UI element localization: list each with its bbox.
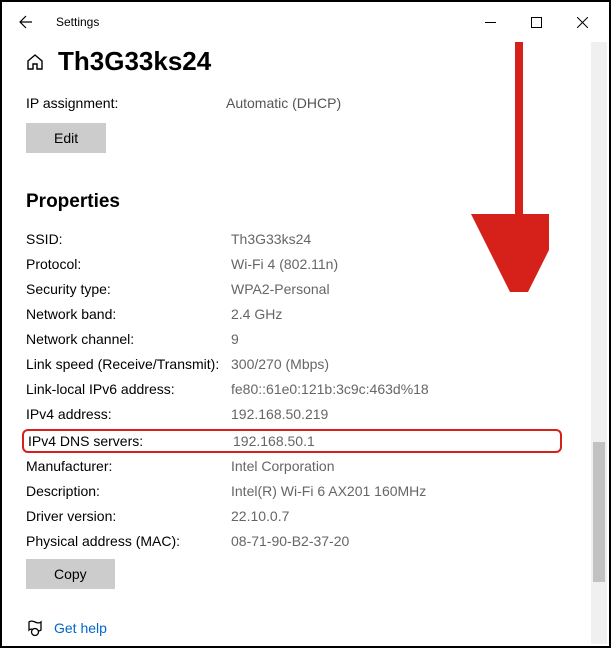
property-label: Network band:: [26, 306, 231, 322]
property-row: Protocol:Wi-Fi 4 (802.11n): [26, 256, 558, 272]
copy-button[interactable]: Copy: [26, 559, 115, 589]
property-row: IPv4 address:192.168.50.219: [26, 406, 558, 422]
close-button[interactable]: [559, 6, 605, 38]
help-icon: [26, 619, 44, 637]
property-label: IPv4 DNS servers:: [28, 433, 233, 449]
property-row: Link-local IPv6 address:fe80::61e0:121b:…: [26, 381, 558, 397]
property-row: Network band:2.4 GHz: [26, 306, 558, 322]
property-row: Description:Intel(R) Wi-Fi 6 AX201 160MH…: [26, 483, 558, 499]
window-title: Settings: [56, 15, 99, 29]
property-value: fe80::61e0:121b:3c9c:463d%18: [231, 381, 429, 397]
property-label: Link-local IPv6 address:: [26, 381, 231, 397]
property-label: Network channel:: [26, 331, 231, 347]
property-label: Protocol:: [26, 256, 231, 272]
property-label: Link speed (Receive/Transmit):: [26, 356, 231, 372]
property-row: Physical address (MAC):08-71-90-B2-37-20: [26, 533, 558, 549]
property-row: Link speed (Receive/Transmit):300/270 (M…: [26, 356, 558, 372]
titlebar: Settings: [2, 2, 609, 42]
property-value: 300/270 (Mbps): [231, 356, 329, 372]
property-row: Network channel:9: [26, 331, 558, 347]
property-row: IPv4 DNS servers:192.168.50.1: [22, 429, 562, 453]
property-value: 192.168.50.1: [233, 433, 315, 449]
property-value: 2.4 GHz: [231, 306, 282, 322]
ip-assignment-value: Automatic (DHCP): [226, 95, 341, 111]
scrollbar[interactable]: [591, 42, 607, 644]
property-value: Intel Corporation: [231, 458, 335, 474]
page-header: Th3G33ks24: [26, 46, 558, 77]
get-help-label: Get help: [54, 620, 107, 636]
maximize-button[interactable]: [513, 6, 559, 38]
property-row: Manufacturer:Intel Corporation: [26, 458, 558, 474]
property-value: 192.168.50.219: [231, 406, 328, 422]
property-value: 22.10.0.7: [231, 508, 289, 524]
back-button[interactable]: [6, 2, 46, 42]
property-value: Intel(R) Wi-Fi 6 AX201 160MHz: [231, 483, 426, 499]
back-arrow-icon: [18, 14, 34, 30]
scrollbar-thumb[interactable]: [593, 442, 605, 582]
window-controls: [467, 6, 605, 38]
property-value: 08-71-90-B2-37-20: [231, 533, 349, 549]
property-label: IPv4 address:: [26, 406, 231, 422]
get-help-link[interactable]: Get help: [26, 619, 558, 637]
property-label: Driver version:: [26, 508, 231, 524]
property-label: SSID:: [26, 231, 231, 247]
properties-list: SSID:Th3G33ks24Protocol:Wi-Fi 4 (802.11n…: [26, 231, 558, 549]
property-label: Physical address (MAC):: [26, 533, 231, 549]
ip-assignment-row: IP assignment: Automatic (DHCP): [26, 95, 558, 111]
ip-assignment-label: IP assignment:: [26, 95, 226, 111]
property-row: Driver version:22.10.0.7: [26, 508, 558, 524]
property-label: Description:: [26, 483, 231, 499]
minimize-button[interactable]: [467, 6, 513, 38]
property-value: 9: [231, 331, 239, 347]
close-icon: [577, 17, 588, 28]
properties-heading: Properties: [26, 191, 558, 213]
property-row: SSID:Th3G33ks24: [26, 231, 558, 247]
maximize-icon: [531, 17, 542, 28]
property-label: Manufacturer:: [26, 458, 231, 474]
property-value: Th3G33ks24: [231, 231, 311, 247]
property-row: Security type:WPA2-Personal: [26, 281, 558, 297]
minimize-icon: [485, 17, 496, 28]
page-title: Th3G33ks24: [58, 46, 211, 77]
content-area: Th3G33ks24 IP assignment: Automatic (DHC…: [2, 42, 582, 637]
property-label: Security type:: [26, 281, 231, 297]
property-value: WPA2-Personal: [231, 281, 330, 297]
property-value: Wi-Fi 4 (802.11n): [231, 256, 338, 272]
edit-button[interactable]: Edit: [26, 123, 106, 153]
home-icon[interactable]: [26, 53, 44, 71]
